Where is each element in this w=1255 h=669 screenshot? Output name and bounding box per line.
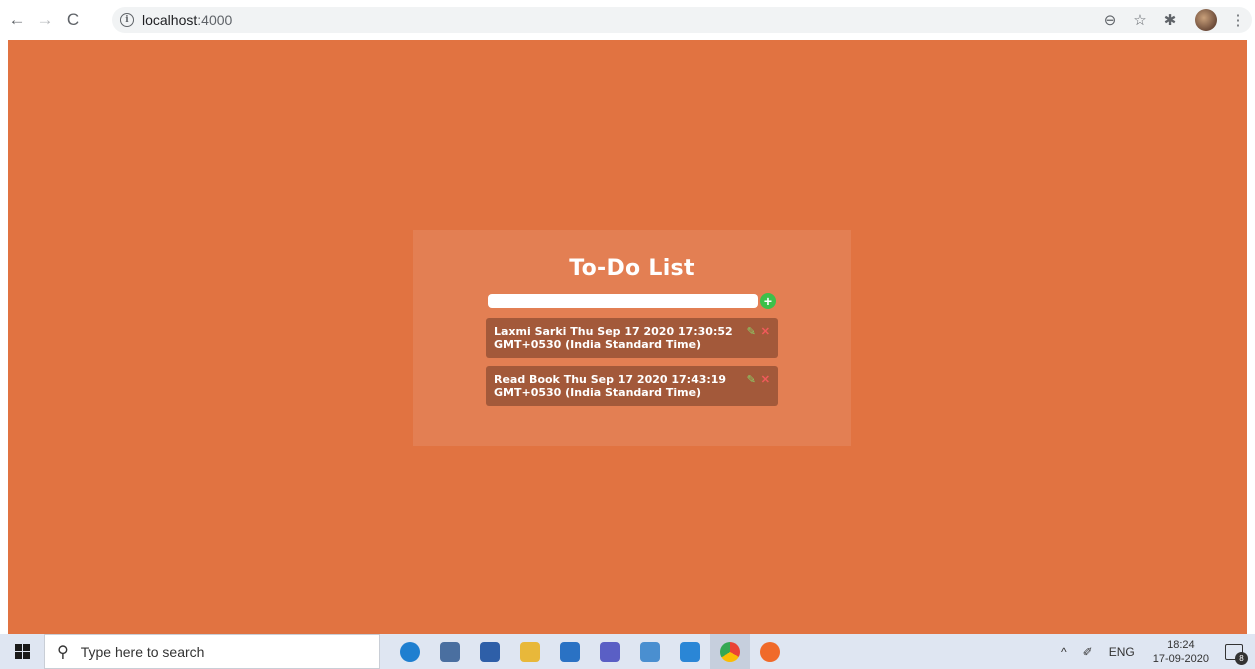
start-button[interactable] [0,634,44,669]
delete-icon[interactable]: ✕ [761,327,770,338]
page-title: To-Do List [569,256,695,281]
bookmark-star-icon[interactable]: ☆ [1127,7,1153,33]
chrome-icon[interactable] [710,634,750,669]
reload-button[interactable]: C [62,9,84,31]
todo-item: Laxmi Sarki Thu Sep 17 2020 17:30:52 GMT… [486,318,778,358]
profile-avatar[interactable] [1195,9,1217,31]
forward-button[interactable]: → [34,9,56,31]
system-tray: ^ ✐ ENG 18:24 17-09-2020 8 [1053,634,1255,669]
taskbar: ⚲ Type here to search ^ ✐ ENG 18:24 17-0… [0,634,1255,669]
notepad-icon[interactable] [630,634,670,669]
extensions-icon[interactable]: ✱ [1157,7,1183,33]
store-icon[interactable] [470,634,510,669]
mysql-workbench-icon[interactable] [430,634,470,669]
edge-icon[interactable] [390,634,430,669]
file-explorer-icon[interactable] [510,634,550,669]
todo-item-actions: ✎ ✕ [747,373,770,399]
vscode-icon[interactable] [670,634,710,669]
clock[interactable]: 18:24 17-09-2020 [1153,638,1209,666]
pen-icon[interactable]: ✐ [1083,645,1093,659]
todo-item: Read Book Thu Sep 17 2020 17:43:19 GMT+0… [486,366,778,406]
todo-list: Laxmi Sarki Thu Sep 17 2020 17:30:52 GMT… [486,318,778,414]
notification-icon[interactable]: 8 [1225,643,1248,665]
delete-icon[interactable]: ✕ [761,375,770,386]
browser-toolbar: ← → C i localhost:4000 ⊖ ☆ ✱ ⋮ [0,0,1255,40]
mail-icon[interactable] [550,634,590,669]
url-port: :4000 [197,12,233,28]
zoom-icon[interactable]: ⊖ [1097,7,1123,33]
tray-chevron-icon[interactable]: ^ [1061,645,1067,659]
taskbar-search[interactable]: ⚲ Type here to search [44,634,380,669]
todo-card: To-Do List + Laxmi Sarki Thu Sep 17 2020… [413,230,851,446]
url-host: localhost [142,12,198,28]
todo-item-text: Laxmi Sarki Thu Sep 17 2020 17:30:52 GMT… [494,325,733,351]
app-icon[interactable] [750,634,790,669]
windows-logo-icon [14,644,30,659]
notification-badge: 8 [1235,651,1248,665]
site-info-icon[interactable]: i [120,13,134,27]
page-background: To-Do List + Laxmi Sarki Thu Sep 17 2020… [8,40,1247,634]
todo-input[interactable] [488,294,758,308]
add-todo-button[interactable]: + [760,293,776,309]
todo-item-text: Read Book Thu Sep 17 2020 17:43:19 GMT+0… [494,373,727,399]
back-button[interactable]: ← [6,9,28,31]
teams-icon[interactable] [590,634,630,669]
address-bar[interactable]: i localhost:4000 [112,7,1252,33]
language-indicator[interactable]: ENG [1109,645,1135,659]
browser-actions: ⊖ ☆ ✱ ⋮ [1097,7,1255,33]
edit-icon[interactable]: ✎ [747,375,756,386]
pinned-apps [390,634,790,669]
edit-icon[interactable]: ✎ [747,327,756,338]
clock-time: 18:24 [1167,638,1195,651]
clock-date: 17-09-2020 [1152,652,1209,665]
add-todo-row: + [488,293,776,309]
search-placeholder: Type here to search [80,643,205,660]
todo-item-actions: ✎ ✕ [747,325,770,351]
search-icon: ⚲ [57,643,69,661]
browser-menu-icon[interactable]: ⋮ [1225,7,1251,33]
url-text[interactable]: localhost:4000 [142,12,232,28]
